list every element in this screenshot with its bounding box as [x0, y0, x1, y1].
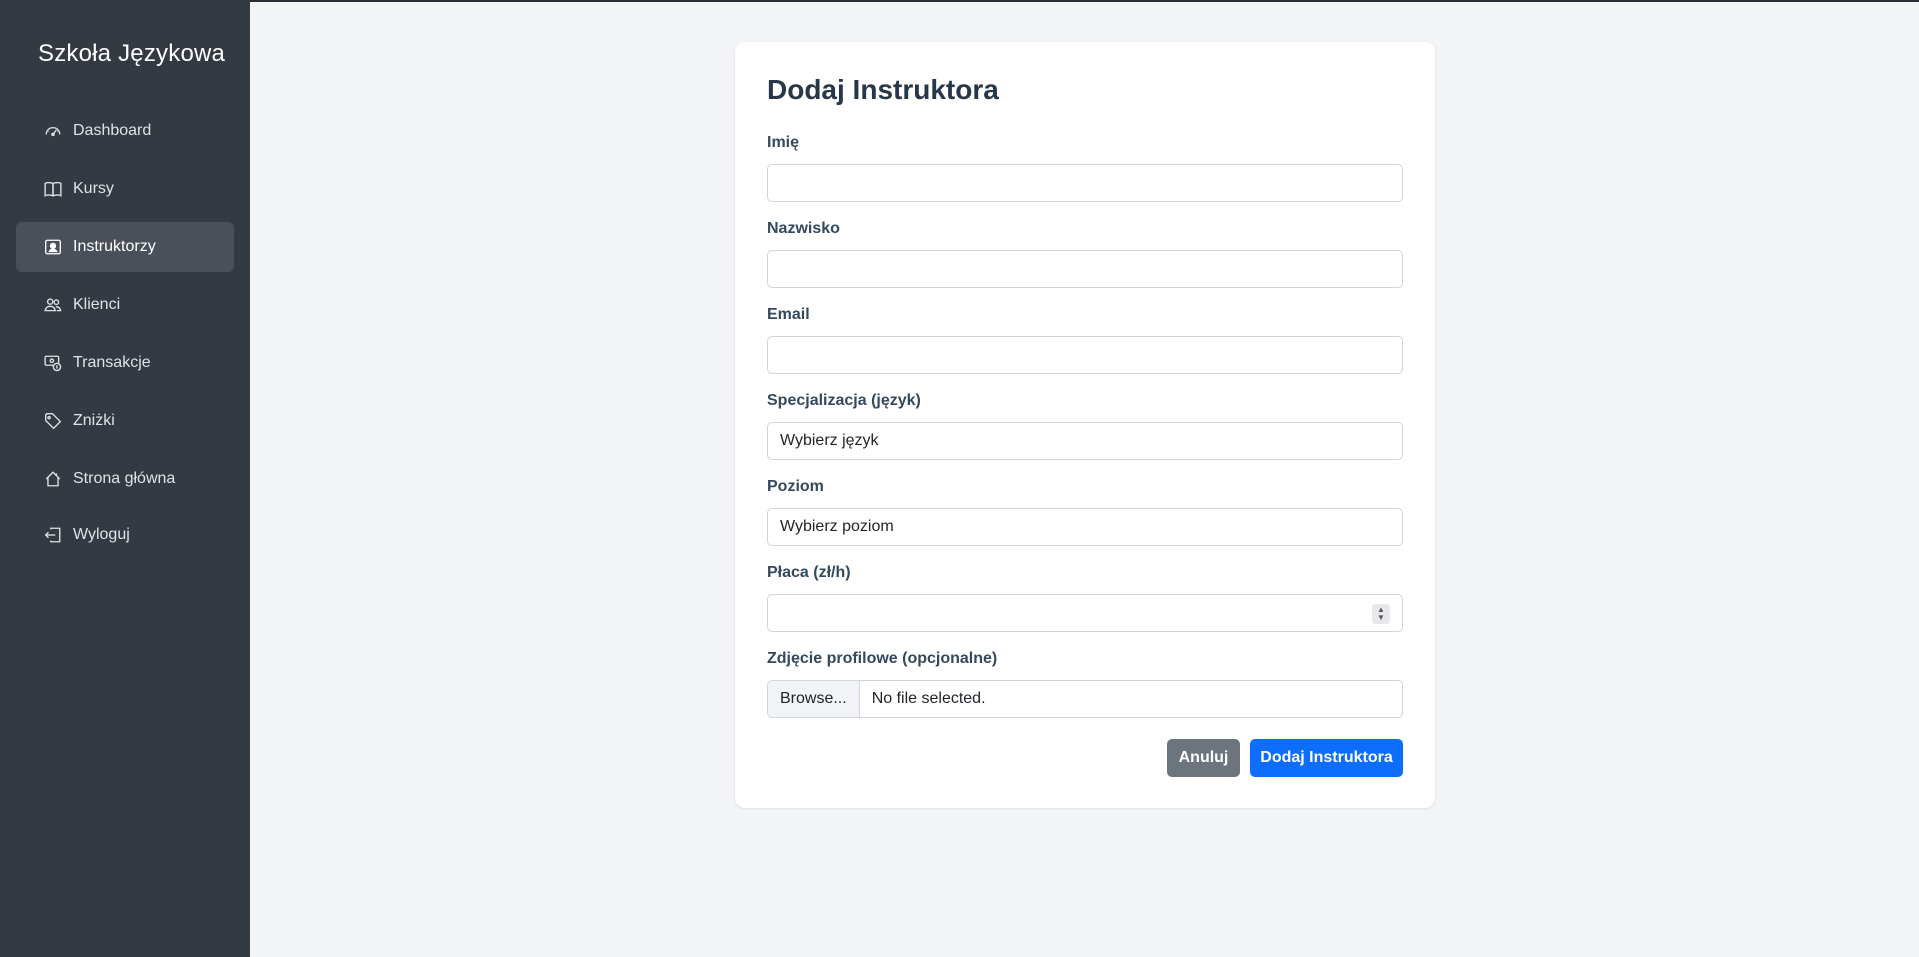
sidebar-item-klienci[interactable]: Klienci: [16, 280, 234, 330]
sidebar-item-label: Transakcje: [73, 354, 151, 371]
photo-file-input[interactable]: Browse... No file selected.: [767, 680, 1403, 718]
spinner-down-icon[interactable]: ▼: [1377, 614, 1385, 622]
level-selected-value: Wybierz poziom: [780, 518, 894, 535]
box-arrow-left-icon: [44, 526, 62, 544]
specialization-select[interactable]: Wybierz język: [767, 422, 1403, 460]
speedometer-icon: [44, 122, 62, 140]
specialization-selected-value: Wybierz język: [780, 432, 879, 449]
sidebar-item-dashboard[interactable]: Dashboard: [16, 106, 234, 156]
sidebar-item-wyloguj[interactable]: Wyloguj: [16, 510, 234, 560]
page-title: Dodaj Instruktora: [767, 74, 999, 105]
specialization-label: Specjalizacja (język): [767, 392, 921, 409]
sidebar-nav: Dashboard Kursy Instruktorzy Klienci Tra…: [16, 106, 234, 568]
sidebar-item-label: Dashboard: [73, 122, 152, 139]
cancel-button[interactable]: Anuluj: [1167, 739, 1240, 777]
first-name-input[interactable]: [767, 164, 1403, 202]
level-select[interactable]: Wybierz poziom: [767, 508, 1403, 546]
people-icon: [44, 296, 62, 314]
first-name-label: Imię: [767, 134, 800, 151]
house-icon: [44, 470, 62, 488]
photo-label: Zdjęcie profilowe (opcjonalne): [767, 650, 998, 667]
last-name-label: Nazwisko: [767, 220, 840, 237]
sidebar-item-label: Strona główna: [73, 470, 176, 487]
number-spinner[interactable]: ▲ ▼: [1372, 604, 1390, 624]
sidebar-item-label: Wyloguj: [73, 526, 130, 543]
email-label: Email: [767, 306, 810, 323]
sidebar: Szkoła Językowa Dashboard Kursy Instrukt…: [0, 0, 250, 957]
sidebar-item-label: Instruktorzy: [73, 238, 156, 255]
level-label: Poziom: [767, 478, 824, 495]
rate-input[interactable]: ▲ ▼: [767, 594, 1403, 632]
last-name-input[interactable]: [767, 250, 1403, 288]
file-status: No file selected.: [871, 690, 986, 707]
add-instructor-card: Dodaj Instruktora Imię Nazwisko Email Sp…: [735, 42, 1435, 808]
rate-label: Płaca (zł/h): [767, 564, 851, 581]
sidebar-item-strona-glowna[interactable]: Strona główna: [16, 454, 234, 504]
book-icon: [44, 180, 62, 198]
sidebar-item-instruktorzy[interactable]: Instruktorzy: [16, 222, 234, 272]
sidebar-item-label: Zniżki: [73, 412, 115, 429]
person-badge-icon: [44, 238, 62, 256]
sidebar-item-kursy[interactable]: Kursy: [16, 164, 234, 214]
sidebar-item-label: Kursy: [73, 180, 114, 197]
brand-title: Szkoła Językowa: [38, 40, 226, 67]
sidebar-item-label: Klienci: [73, 296, 121, 313]
sidebar-item-znizki[interactable]: Zniżki: [16, 396, 234, 446]
browse-button[interactable]: Browse...: [768, 681, 860, 717]
top-border: [0, 0, 1919, 2]
email-input[interactable]: [767, 336, 1403, 374]
tag-icon: [44, 412, 62, 430]
sidebar-item-transakcje[interactable]: Transakcje: [16, 338, 234, 388]
add-instructor-button[interactable]: Dodaj Instruktora: [1250, 739, 1403, 777]
cash-coin-icon: [44, 354, 62, 372]
